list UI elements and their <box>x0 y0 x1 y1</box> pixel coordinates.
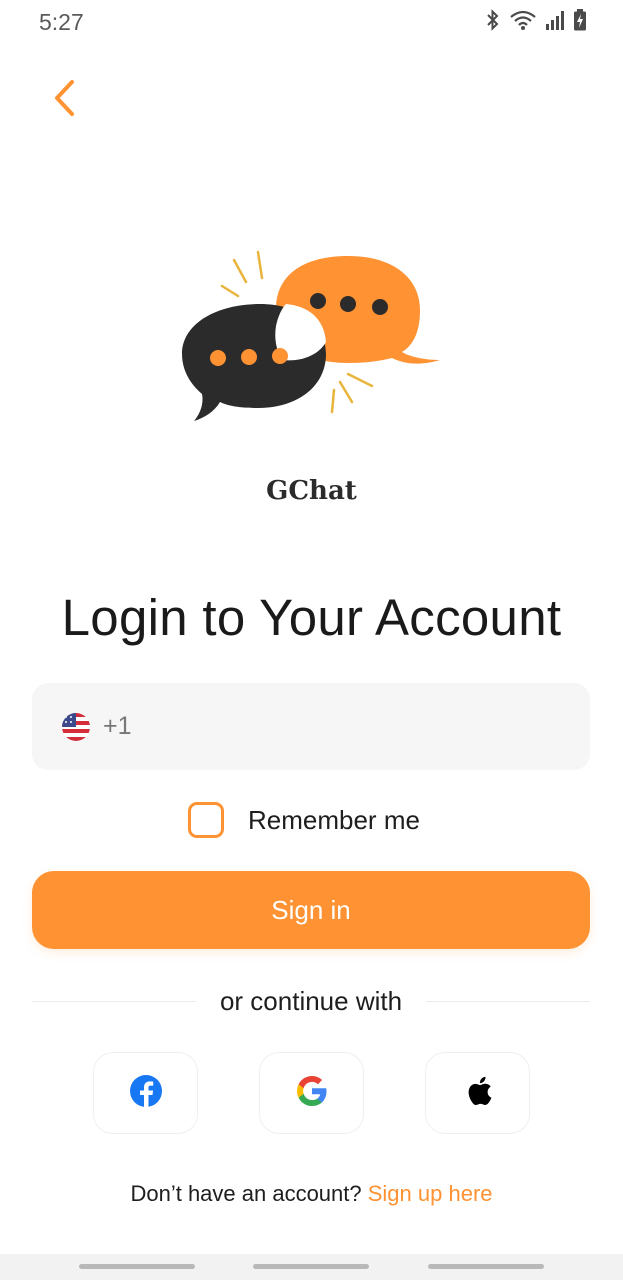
divider-text: or continue with <box>219 985 403 1016</box>
apple-icon <box>463 1074 493 1113</box>
battery-charging-icon <box>573 9 587 31</box>
sign-up-link[interactable]: Sign up here <box>368 1181 493 1206</box>
status-time: 5:27 <box>39 9 84 35</box>
country-code[interactable]: +1 <box>103 712 132 741</box>
nav-back-button[interactable] <box>428 1264 544 1269</box>
phone-field[interactable]: +1 <box>32 683 590 770</box>
us-flag-icon[interactable] <box>62 712 90 741</box>
chat-bubbles-logo <box>176 246 446 431</box>
google-login-button[interactable] <box>259 1052 364 1134</box>
system-navigation-bar <box>0 1254 623 1280</box>
social-divider: or continue with <box>32 982 591 1020</box>
status-icons <box>485 9 587 31</box>
facebook-icon <box>129 1074 163 1113</box>
back-button[interactable] <box>44 78 84 122</box>
google-icon <box>295 1074 329 1113</box>
chevron-left-icon <box>52 79 76 122</box>
divider-line-right <box>426 1000 591 1002</box>
facebook-login-button[interactable] <box>93 1052 198 1134</box>
phone-number-input[interactable] <box>139 683 590 770</box>
nav-recents-button[interactable] <box>79 1264 195 1269</box>
nav-home-button[interactable] <box>253 1264 369 1269</box>
app-name: GChat <box>266 476 357 506</box>
bluetooth-icon <box>485 9 501 31</box>
signup-row: Don’t have an account? Sign up here <box>0 1181 623 1207</box>
signal-icon <box>545 9 565 31</box>
apple-login-button[interactable] <box>425 1052 530 1134</box>
divider-line-left <box>32 1000 196 1002</box>
remember-me-label: Remember me <box>248 804 420 835</box>
wifi-icon <box>509 9 537 31</box>
status-bar: 5:27 <box>0 0 623 44</box>
page-title: Login to Your Account <box>61 589 562 646</box>
remember-me-checkbox[interactable] <box>188 802 224 838</box>
signup-prompt: Don’t have an account? <box>130 1181 368 1206</box>
sign-in-button[interactable]: Sign in <box>32 871 590 949</box>
remember-me-toggle[interactable]: Remember me <box>188 802 420 838</box>
